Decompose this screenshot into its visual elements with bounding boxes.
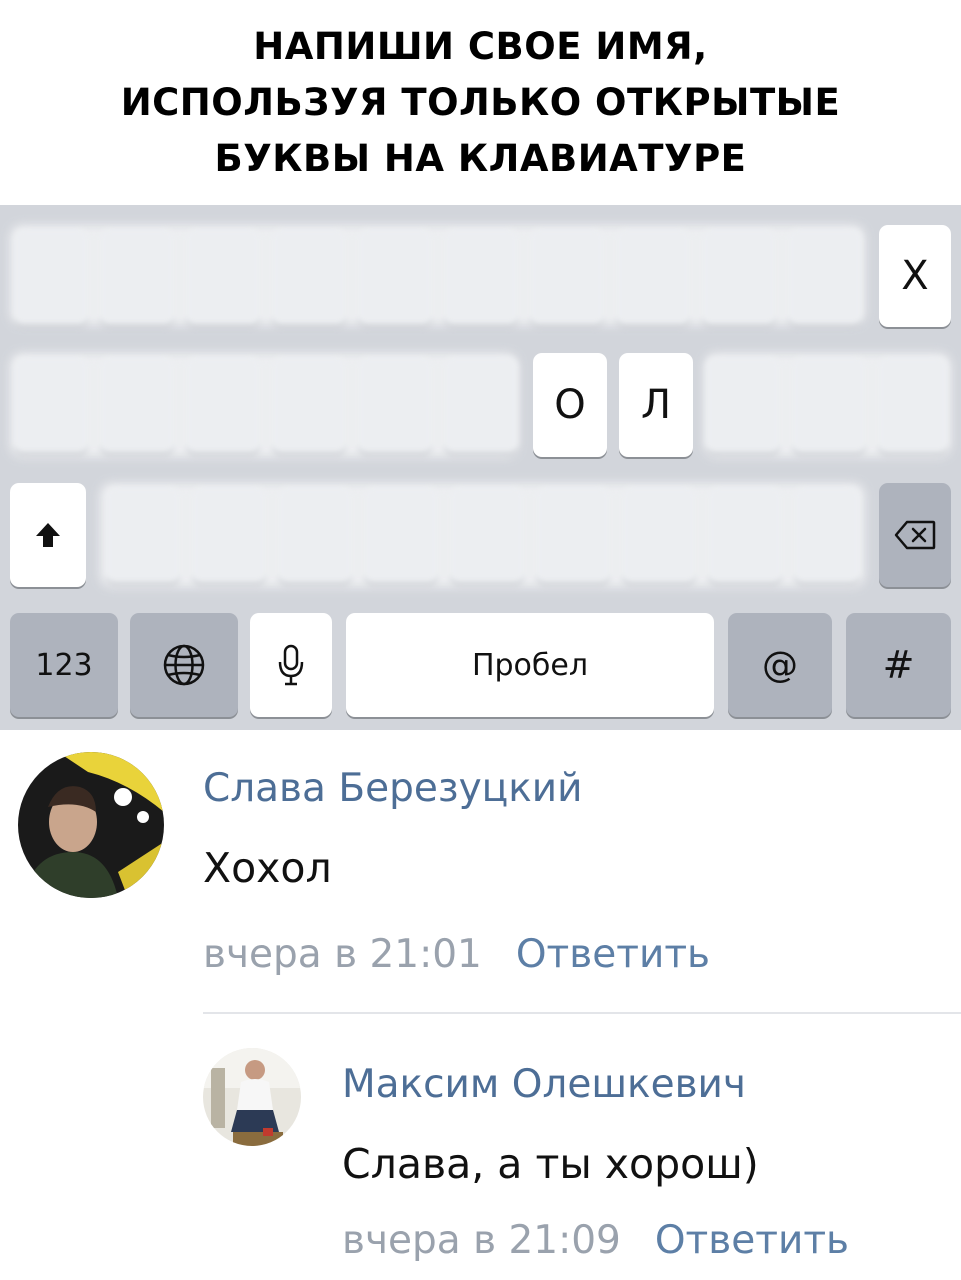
blurred-key	[530, 229, 604, 325]
microphone-icon	[278, 644, 304, 686]
blurred-key	[278, 487, 352, 583]
blurred-key	[358, 357, 432, 453]
blurred-key	[706, 357, 780, 453]
hash-key-label: #	[882, 643, 915, 687]
blurred-key	[186, 357, 260, 453]
blurred-key	[444, 229, 518, 325]
blurred-key	[100, 357, 174, 453]
shift-key[interactable]	[10, 483, 86, 587]
blurred-key	[364, 487, 438, 583]
blurred-key	[444, 357, 518, 453]
comment-meta: вчера в 21:01 Ответить	[203, 932, 710, 977]
hash-key[interactable]: #	[846, 613, 951, 717]
blurred-key	[702, 229, 776, 325]
comment-meta: вчера в 21:09 Ответить	[342, 1218, 849, 1263]
key-o-label: О	[554, 382, 586, 428]
blurred-key	[616, 229, 690, 325]
blurred-key	[450, 487, 524, 583]
blurred-key	[272, 229, 346, 325]
numbers-key-label: 123	[35, 647, 93, 683]
at-key-label: @	[762, 644, 798, 686]
space-key-label: Пробел	[471, 647, 589, 683]
dictation-key[interactable]	[250, 613, 332, 717]
blurred-key	[272, 357, 346, 453]
key-el[interactable]: Л	[619, 353, 693, 457]
blurred-key	[192, 487, 266, 583]
avatar-photo-icon	[18, 752, 164, 898]
blurred-key	[186, 229, 260, 325]
caption-line-1: НАПИШИ СВОЕ ИМЯ,	[253, 24, 708, 68]
at-key[interactable]: @	[728, 613, 832, 717]
comment-author[interactable]: Слава Березуцкий	[203, 766, 582, 811]
keyboard: Х О Л 123 Пробел @ #	[0, 205, 961, 730]
comment-text: Хохол	[203, 844, 332, 892]
space-key[interactable]: Пробел	[346, 613, 714, 717]
key-el-label: Л	[640, 382, 672, 428]
blurred-key	[14, 357, 88, 453]
blurred-key	[100, 229, 174, 325]
globe-key[interactable]	[130, 613, 238, 717]
blurred-key	[788, 229, 862, 325]
key-kha-label: Х	[901, 253, 929, 299]
shift-icon	[36, 523, 60, 547]
comment-text: Слава, а ты хорош)	[342, 1140, 759, 1188]
comment-timestamp: вчера в 21:09	[342, 1218, 621, 1263]
backspace-icon	[894, 520, 936, 550]
blurred-key	[358, 229, 432, 325]
numbers-key[interactable]: 123	[10, 613, 118, 717]
comment-author[interactable]: Максим Олешкевич	[342, 1062, 746, 1107]
reply-link[interactable]: Ответить	[516, 932, 710, 977]
comment-divider	[203, 1012, 961, 1014]
comment-timestamp: вчера в 21:01	[203, 932, 482, 977]
blurred-key	[622, 487, 696, 583]
blurred-key	[708, 487, 782, 583]
globe-icon	[163, 644, 205, 686]
avatar[interactable]	[203, 1048, 301, 1146]
caption-line-2: ИСПОЛЬЗУЯ ТОЛЬКО ОТКРЫТЫЕ	[120, 80, 841, 124]
backspace-key[interactable]	[879, 483, 951, 587]
blurred-key	[14, 229, 88, 325]
blurred-key	[106, 487, 180, 583]
meme-caption: НАПИШИ СВОЕ ИМЯ, ИСПОЛЬЗУЯ ТОЛЬКО ОТКРЫТ…	[0, 0, 961, 205]
avatar[interactable]	[18, 752, 164, 898]
avatar-photo-icon	[203, 1048, 301, 1146]
key-o[interactable]: О	[533, 353, 607, 457]
blurred-key	[792, 357, 866, 453]
key-kha[interactable]: Х	[879, 225, 951, 327]
blurred-key	[878, 357, 948, 453]
reply-link[interactable]: Ответить	[655, 1218, 849, 1263]
blurred-key	[794, 487, 860, 583]
caption-line-3: БУКВЫ НА КЛАВИАТУРЕ	[214, 136, 747, 180]
blurred-key	[536, 487, 610, 583]
